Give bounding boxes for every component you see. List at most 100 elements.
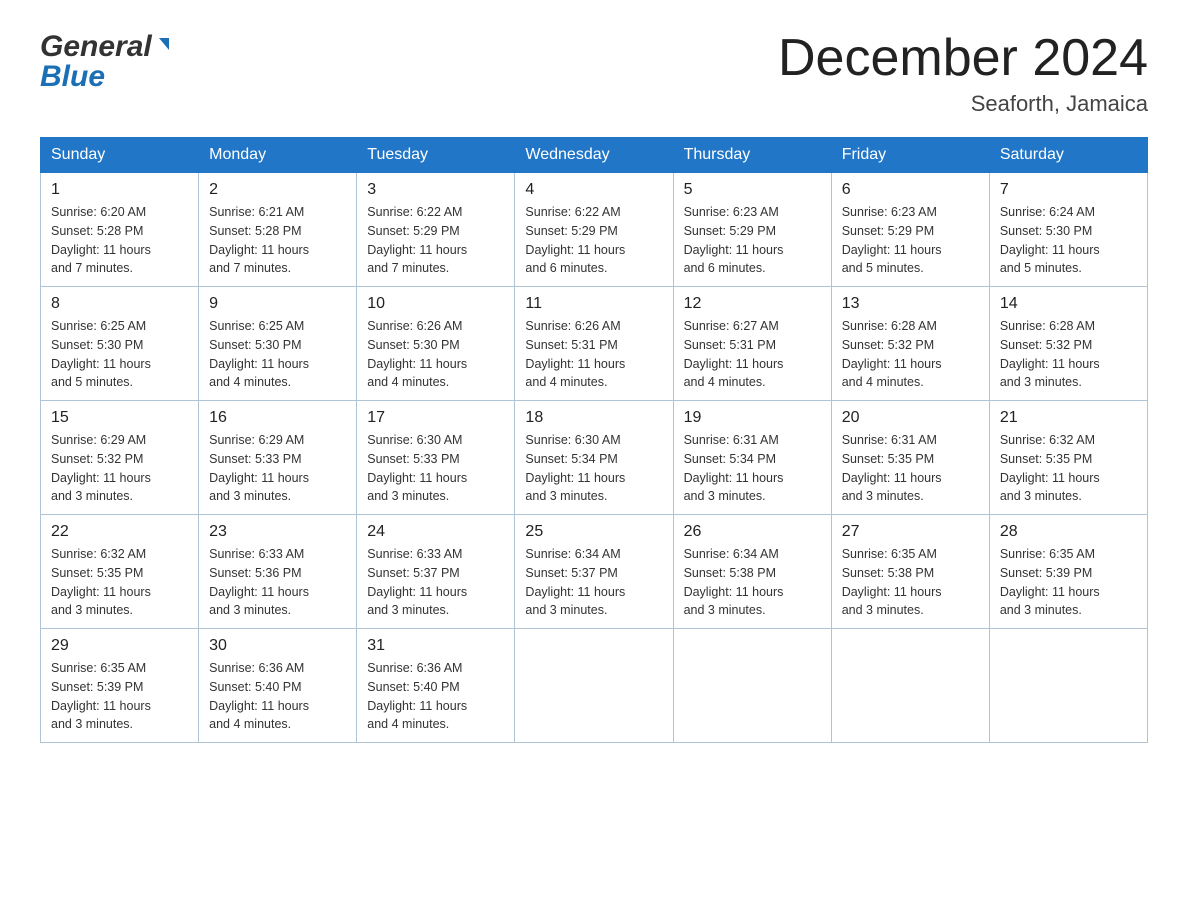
calendar-cell: 12 Sunrise: 6:27 AM Sunset: 5:31 PM Dayl… bbox=[673, 287, 831, 401]
day-info: Sunrise: 6:29 AM Sunset: 5:33 PM Dayligh… bbox=[209, 431, 346, 506]
calendar-cell: 10 Sunrise: 6:26 AM Sunset: 5:30 PM Dayl… bbox=[357, 287, 515, 401]
day-header-tuesday: Tuesday bbox=[357, 138, 515, 173]
calendar-week-1: 1 Sunrise: 6:20 AM Sunset: 5:28 PM Dayli… bbox=[41, 173, 1148, 287]
day-info: Sunrise: 6:34 AM Sunset: 5:37 PM Dayligh… bbox=[525, 545, 662, 620]
calendar-cell bbox=[989, 629, 1147, 743]
day-number: 16 bbox=[209, 409, 346, 427]
day-number: 7 bbox=[1000, 181, 1137, 199]
day-header-wednesday: Wednesday bbox=[515, 138, 673, 173]
day-info: Sunrise: 6:21 AM Sunset: 5:28 PM Dayligh… bbox=[209, 203, 346, 278]
day-info: Sunrise: 6:29 AM Sunset: 5:32 PM Dayligh… bbox=[51, 431, 188, 506]
day-info: Sunrise: 6:31 AM Sunset: 5:35 PM Dayligh… bbox=[842, 431, 979, 506]
calendar-header-row: SundayMondayTuesdayWednesdayThursdayFrid… bbox=[41, 138, 1148, 173]
calendar-cell: 14 Sunrise: 6:28 AM Sunset: 5:32 PM Dayl… bbox=[989, 287, 1147, 401]
calendar-cell: 21 Sunrise: 6:32 AM Sunset: 5:35 PM Dayl… bbox=[989, 401, 1147, 515]
calendar-cell: 2 Sunrise: 6:21 AM Sunset: 5:28 PM Dayli… bbox=[199, 173, 357, 287]
day-info: Sunrise: 6:35 AM Sunset: 5:38 PM Dayligh… bbox=[842, 545, 979, 620]
calendar-cell: 5 Sunrise: 6:23 AM Sunset: 5:29 PM Dayli… bbox=[673, 173, 831, 287]
calendar-cell: 30 Sunrise: 6:36 AM Sunset: 5:40 PM Dayl… bbox=[199, 629, 357, 743]
day-number: 17 bbox=[367, 409, 504, 427]
day-info: Sunrise: 6:30 AM Sunset: 5:33 PM Dayligh… bbox=[367, 431, 504, 506]
day-number: 15 bbox=[51, 409, 188, 427]
calendar-cell: 4 Sunrise: 6:22 AM Sunset: 5:29 PM Dayli… bbox=[515, 173, 673, 287]
day-number: 23 bbox=[209, 523, 346, 541]
day-info: Sunrise: 6:22 AM Sunset: 5:29 PM Dayligh… bbox=[525, 203, 662, 278]
day-header-friday: Friday bbox=[831, 138, 989, 173]
day-info: Sunrise: 6:20 AM Sunset: 5:28 PM Dayligh… bbox=[51, 203, 188, 278]
day-number: 25 bbox=[525, 523, 662, 541]
day-info: Sunrise: 6:36 AM Sunset: 5:40 PM Dayligh… bbox=[209, 659, 346, 734]
day-info: Sunrise: 6:31 AM Sunset: 5:34 PM Dayligh… bbox=[684, 431, 821, 506]
day-number: 14 bbox=[1000, 295, 1137, 313]
day-info: Sunrise: 6:33 AM Sunset: 5:37 PM Dayligh… bbox=[367, 545, 504, 620]
day-header-saturday: Saturday bbox=[989, 138, 1147, 173]
calendar-cell: 3 Sunrise: 6:22 AM Sunset: 5:29 PM Dayli… bbox=[357, 173, 515, 287]
calendar-table: SundayMondayTuesdayWednesdayThursdayFrid… bbox=[40, 137, 1148, 743]
calendar-cell: 8 Sunrise: 6:25 AM Sunset: 5:30 PM Dayli… bbox=[41, 287, 199, 401]
calendar-cell: 11 Sunrise: 6:26 AM Sunset: 5:31 PM Dayl… bbox=[515, 287, 673, 401]
day-number: 26 bbox=[684, 523, 821, 541]
calendar-cell: 17 Sunrise: 6:30 AM Sunset: 5:33 PM Dayl… bbox=[357, 401, 515, 515]
calendar-week-5: 29 Sunrise: 6:35 AM Sunset: 5:39 PM Dayl… bbox=[41, 629, 1148, 743]
month-title: December 2024 bbox=[778, 30, 1148, 87]
calendar-cell: 9 Sunrise: 6:25 AM Sunset: 5:30 PM Dayli… bbox=[199, 287, 357, 401]
day-info: Sunrise: 6:35 AM Sunset: 5:39 PM Dayligh… bbox=[1000, 545, 1137, 620]
day-info: Sunrise: 6:28 AM Sunset: 5:32 PM Dayligh… bbox=[842, 317, 979, 392]
day-info: Sunrise: 6:26 AM Sunset: 5:31 PM Dayligh… bbox=[525, 317, 662, 392]
calendar-week-3: 15 Sunrise: 6:29 AM Sunset: 5:32 PM Dayl… bbox=[41, 401, 1148, 515]
calendar-cell: 28 Sunrise: 6:35 AM Sunset: 5:39 PM Dayl… bbox=[989, 515, 1147, 629]
calendar-cell: 27 Sunrise: 6:35 AM Sunset: 5:38 PM Dayl… bbox=[831, 515, 989, 629]
calendar-cell bbox=[831, 629, 989, 743]
logo: General Blue bbox=[40, 30, 173, 94]
page-header: General Blue December 2024 Seaforth, Jam… bbox=[40, 30, 1148, 117]
day-number: 28 bbox=[1000, 523, 1137, 541]
day-header-sunday: Sunday bbox=[41, 138, 199, 173]
calendar-cell: 16 Sunrise: 6:29 AM Sunset: 5:33 PM Dayl… bbox=[199, 401, 357, 515]
day-number: 12 bbox=[684, 295, 821, 313]
day-info: Sunrise: 6:27 AM Sunset: 5:31 PM Dayligh… bbox=[684, 317, 821, 392]
calendar-cell: 22 Sunrise: 6:32 AM Sunset: 5:35 PM Dayl… bbox=[41, 515, 199, 629]
calendar-cell: 13 Sunrise: 6:28 AM Sunset: 5:32 PM Dayl… bbox=[831, 287, 989, 401]
calendar-cell: 6 Sunrise: 6:23 AM Sunset: 5:29 PM Dayli… bbox=[831, 173, 989, 287]
day-number: 29 bbox=[51, 637, 188, 655]
day-number: 6 bbox=[842, 181, 979, 199]
day-number: 2 bbox=[209, 181, 346, 199]
day-number: 3 bbox=[367, 181, 504, 199]
logo-blue-text: Blue bbox=[40, 60, 105, 94]
day-header-monday: Monday bbox=[199, 138, 357, 173]
day-number: 20 bbox=[842, 409, 979, 427]
day-number: 21 bbox=[1000, 409, 1137, 427]
location: Seaforth, Jamaica bbox=[778, 91, 1148, 117]
calendar-cell: 20 Sunrise: 6:31 AM Sunset: 5:35 PM Dayl… bbox=[831, 401, 989, 515]
day-info: Sunrise: 6:28 AM Sunset: 5:32 PM Dayligh… bbox=[1000, 317, 1137, 392]
day-info: Sunrise: 6:23 AM Sunset: 5:29 PM Dayligh… bbox=[684, 203, 821, 278]
day-number: 8 bbox=[51, 295, 188, 313]
calendar-cell: 7 Sunrise: 6:24 AM Sunset: 5:30 PM Dayli… bbox=[989, 173, 1147, 287]
day-info: Sunrise: 6:32 AM Sunset: 5:35 PM Dayligh… bbox=[1000, 431, 1137, 506]
calendar-cell bbox=[673, 629, 831, 743]
day-number: 18 bbox=[525, 409, 662, 427]
day-number: 19 bbox=[684, 409, 821, 427]
day-info: Sunrise: 6:23 AM Sunset: 5:29 PM Dayligh… bbox=[842, 203, 979, 278]
calendar-cell: 31 Sunrise: 6:36 AM Sunset: 5:40 PM Dayl… bbox=[357, 629, 515, 743]
day-info: Sunrise: 6:36 AM Sunset: 5:40 PM Dayligh… bbox=[367, 659, 504, 734]
day-info: Sunrise: 6:25 AM Sunset: 5:30 PM Dayligh… bbox=[51, 317, 188, 392]
calendar-cell: 24 Sunrise: 6:33 AM Sunset: 5:37 PM Dayl… bbox=[357, 515, 515, 629]
day-number: 27 bbox=[842, 523, 979, 541]
day-info: Sunrise: 6:24 AM Sunset: 5:30 PM Dayligh… bbox=[1000, 203, 1137, 278]
calendar-cell: 23 Sunrise: 6:33 AM Sunset: 5:36 PM Dayl… bbox=[199, 515, 357, 629]
day-number: 9 bbox=[209, 295, 346, 313]
day-info: Sunrise: 6:25 AM Sunset: 5:30 PM Dayligh… bbox=[209, 317, 346, 392]
day-number: 24 bbox=[367, 523, 504, 541]
calendar-week-4: 22 Sunrise: 6:32 AM Sunset: 5:35 PM Dayl… bbox=[41, 515, 1148, 629]
day-number: 22 bbox=[51, 523, 188, 541]
title-block: December 2024 Seaforth, Jamaica bbox=[778, 30, 1148, 117]
calendar-cell: 18 Sunrise: 6:30 AM Sunset: 5:34 PM Dayl… bbox=[515, 401, 673, 515]
day-info: Sunrise: 6:33 AM Sunset: 5:36 PM Dayligh… bbox=[209, 545, 346, 620]
day-info: Sunrise: 6:32 AM Sunset: 5:35 PM Dayligh… bbox=[51, 545, 188, 620]
day-info: Sunrise: 6:35 AM Sunset: 5:39 PM Dayligh… bbox=[51, 659, 188, 734]
calendar-cell: 15 Sunrise: 6:29 AM Sunset: 5:32 PM Dayl… bbox=[41, 401, 199, 515]
day-number: 13 bbox=[842, 295, 979, 313]
logo-general-text: General bbox=[40, 30, 152, 64]
day-number: 31 bbox=[367, 637, 504, 655]
